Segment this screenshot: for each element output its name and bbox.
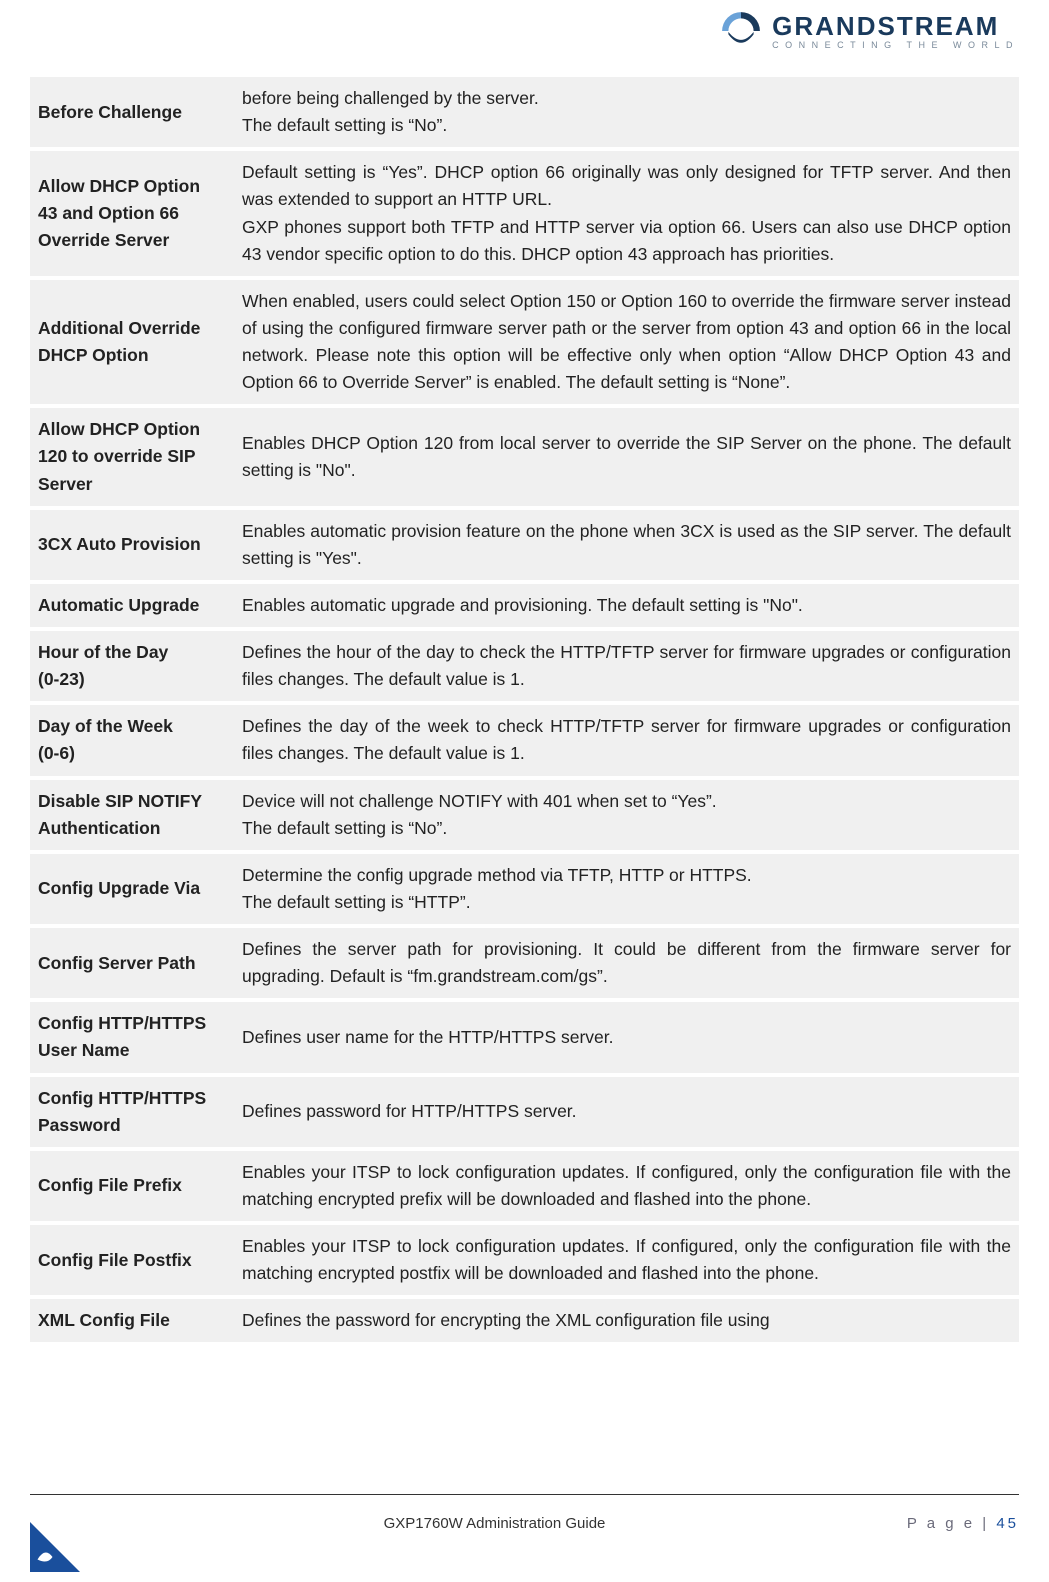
- setting-term: Config Server Path: [30, 926, 232, 1000]
- setting-description: Enables your ITSP to lock configuration …: [232, 1149, 1019, 1223]
- page-footer: GXP1760W Administration Guide P a g e | …: [0, 1494, 1049, 1532]
- table-row: Allow DHCP Option 120 to override SIP Se…: [30, 406, 1019, 507]
- brand-text: GRANDSTREAM CONNECTING THE WORLD: [772, 13, 1019, 50]
- brand-name: GRANDSTREAM: [772, 13, 1019, 39]
- brand-logo: GRANDSTREAM CONNECTING THE WORLD: [720, 10, 1019, 52]
- table-row: XML Config FileDefines the password for …: [30, 1297, 1019, 1344]
- setting-term: Config File Prefix: [30, 1149, 232, 1223]
- table-row: Config Server PathDefines the server pat…: [30, 926, 1019, 1000]
- setting-term: Allow DHCP Option 43 and Option 66 Overr…: [30, 149, 232, 278]
- table-row: Config HTTP/HTTPS PasswordDefines passwo…: [30, 1075, 1019, 1149]
- setting-term: Config HTTP/HTTPS Password: [30, 1075, 232, 1149]
- setting-description: Enables automatic provision feature on t…: [232, 508, 1019, 582]
- setting-term: XML Config File: [30, 1297, 232, 1344]
- setting-term: Before Challenge: [30, 77, 232, 149]
- content-area: Before Challengebefore being challenged …: [0, 57, 1049, 1346]
- table-row: Config Upgrade ViaDetermine the config u…: [30, 852, 1019, 926]
- footer-corner-icon: [30, 1522, 80, 1572]
- setting-description: Defines user name for the HTTP/HTTPS ser…: [232, 1000, 1019, 1074]
- setting-description: before being challenged by the server. T…: [232, 77, 1019, 149]
- setting-term: 3CX Auto Provision: [30, 508, 232, 582]
- table-row: Config HTTP/HTTPS User NameDefines user …: [30, 1000, 1019, 1074]
- page-header: GRANDSTREAM CONNECTING THE WORLD: [0, 0, 1049, 57]
- setting-term: Disable SIP NOTIFY Authentication: [30, 778, 232, 852]
- table-row: Config File PrefixEnables your ITSP to l…: [30, 1149, 1019, 1223]
- table-row: Additional Override DHCP OptionWhen enab…: [30, 278, 1019, 407]
- setting-description: Defines the password for encrypting the …: [232, 1297, 1019, 1344]
- setting-description: Defines the hour of the day to check the…: [232, 629, 1019, 703]
- setting-description: Defines password for HTTP/HTTPS server.: [232, 1075, 1019, 1149]
- setting-term: Allow DHCP Option 120 to override SIP Se…: [30, 406, 232, 507]
- table-row: Day of the Week (0-6)Defines the day of …: [30, 703, 1019, 777]
- setting-description: Enables DHCP Option 120 from local serve…: [232, 406, 1019, 507]
- table-row: Hour of the Day (0-23)Defines the hour o…: [30, 629, 1019, 703]
- setting-term: Day of the Week (0-6): [30, 703, 232, 777]
- setting-term: Config HTTP/HTTPS User Name: [30, 1000, 232, 1074]
- table-row: Automatic UpgradeEnables automatic upgra…: [30, 582, 1019, 629]
- setting-description: Device will not challenge NOTIFY with 40…: [232, 778, 1019, 852]
- setting-description: Enables your ITSP to lock configuration …: [232, 1223, 1019, 1297]
- table-row: Before Challengebefore being challenged …: [30, 77, 1019, 149]
- setting-description: Defines the server path for provisioning…: [232, 926, 1019, 1000]
- settings-table: Before Challengebefore being challenged …: [30, 77, 1019, 1346]
- setting-description: Default setting is “Yes”. DHCP option 66…: [232, 149, 1019, 278]
- grandstream-logo-icon: [720, 10, 762, 52]
- setting-term: Config File Postfix: [30, 1223, 232, 1297]
- setting-description: Determine the config upgrade method via …: [232, 852, 1019, 926]
- setting-term: Hour of the Day (0-23): [30, 629, 232, 703]
- setting-description: Enables automatic upgrade and provisioni…: [232, 582, 1019, 629]
- table-row: Allow DHCP Option 43 and Option 66 Overr…: [30, 149, 1019, 278]
- table-row: Disable SIP NOTIFY AuthenticationDevice …: [30, 778, 1019, 852]
- setting-description: Defines the day of the week to check HTT…: [232, 703, 1019, 777]
- setting-description: When enabled, users could select Option …: [232, 278, 1019, 407]
- table-row: Config File PostfixEnables your ITSP to …: [30, 1223, 1019, 1297]
- setting-term: Config Upgrade Via: [30, 852, 232, 926]
- page-number: P a g e | 45: [899, 1515, 1019, 1532]
- brand-tagline: CONNECTING THE WORLD: [772, 41, 1019, 50]
- setting-term: Additional Override DHCP Option: [30, 278, 232, 407]
- footer-guide-title: GXP1760W Administration Guide: [90, 1515, 899, 1532]
- footer-divider: [30, 1494, 1019, 1495]
- setting-term: Automatic Upgrade: [30, 582, 232, 629]
- table-row: 3CX Auto ProvisionEnables automatic prov…: [30, 508, 1019, 582]
